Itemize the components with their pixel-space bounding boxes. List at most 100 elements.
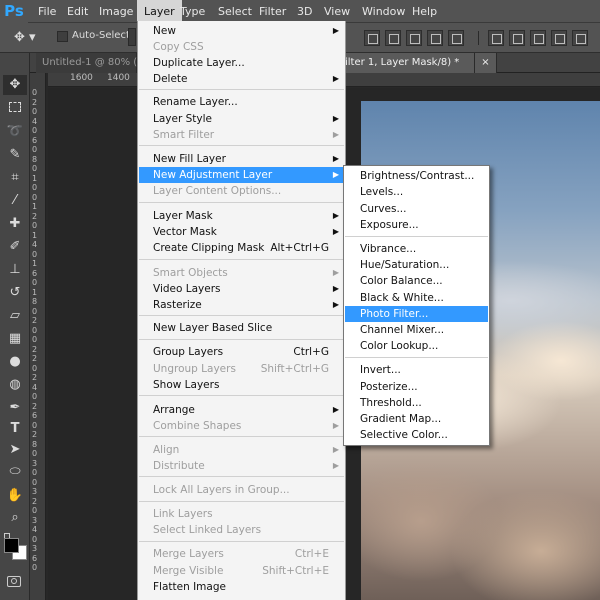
shape-icon[interactable]: ⬭ [3,462,27,482]
quick-mask-icon[interactable] [7,576,21,587]
menu-item-color-balance[interactable]: Color Balance... [345,273,488,289]
menu-item-group-layers[interactable]: Group Layers Ctrl+G [139,344,344,360]
move-tool-preset-icon[interactable]: ✥ ▾ [14,29,48,46]
menu-item-new[interactable]: New ▶ [139,23,344,39]
menu-item-posterize[interactable]: Posterize... [345,379,488,395]
type-icon[interactable]: T [3,419,27,439]
menu-item-exposure[interactable]: Exposure... [345,217,488,233]
marquee-icon[interactable] [3,99,27,119]
stamp-icon[interactable]: ⊥ [3,260,27,280]
menu-item-merge-layers[interactable]: Merge Layers Ctrl+E [139,546,344,562]
menu-item-combine-shapes[interactable]: Combine Shapes ▶ [139,418,344,434]
menu-item-vector-mask[interactable]: Vector Mask ▶ [139,224,344,240]
menu-item-channel-mixer[interactable]: Channel Mixer... [345,322,488,338]
menu-type[interactable]: Type [173,0,212,23]
menu-item-photo-filter[interactable]: Photo Filter... [345,306,488,322]
menu-file[interactable]: File [31,0,63,23]
menu-item-copy-css[interactable]: Copy CSS [139,39,344,55]
ruler-label: 0 [32,449,38,458]
menu-item-create-clipping-mask[interactable]: Create Clipping Mask Alt+Ctrl+G [139,240,344,256]
menu-item-new-fill-layer[interactable]: New Fill Layer ▶ [139,151,344,167]
menu-edit[interactable]: Edit [60,0,95,23]
menu-item-flatten-image[interactable]: Flatten Image [139,579,344,595]
pen-icon[interactable]: ✒ [3,398,27,418]
eraser-icon[interactable]: ▱ [3,306,27,326]
lasso-icon[interactable]: ➰ [3,122,27,142]
move-icon[interactable]: ✥ [3,75,27,95]
menu-item-new-layer-based-slice[interactable]: New Layer Based Slice [139,320,344,336]
distribute-left-icon[interactable] [551,30,567,46]
menu-image[interactable]: Image [92,0,140,23]
menu-item-selective-color[interactable]: Selective Color... [345,427,488,443]
align-bottom-icon[interactable] [406,30,422,46]
gradient-icon[interactable]: ▦ [3,329,27,349]
menu-item-curves[interactable]: Curves... [345,201,488,217]
menu-item-rasterize[interactable]: Rasterize ▶ [139,297,344,313]
quick-select-icon[interactable]: ✎ [3,145,27,165]
align-vcenter-icon[interactable] [385,30,401,46]
menu-item-smart-objects[interactable]: Smart Objects ▶ [139,265,344,281]
menu-item-invert[interactable]: Invert... [345,362,488,378]
foreground-color-swatch[interactable] [4,538,19,553]
ruler-label: 0 [32,107,38,116]
menu-item-distribute[interactable]: Distribute ▶ [139,458,344,474]
menu-separator [139,145,344,146]
menu-item-video-layers[interactable]: Video Layers ▶ [139,281,344,297]
menu-item-delete[interactable]: Delete ▶ [139,71,344,87]
menu-item-show-layers[interactable]: Show Layers [139,377,344,393]
crop-icon[interactable]: ⌗ [3,168,27,188]
menu-separator [139,202,344,203]
menu-item-ungroup-layers[interactable]: Ungroup Layers Shift+Ctrl+G [139,361,344,377]
menu-item-label: Layer Mask [153,210,213,222]
menu-item-vibrance[interactable]: Vibrance... [345,241,488,257]
path-select-icon[interactable]: ➤ [3,440,27,460]
menu-item-select-linked-layers[interactable]: Select Linked Layers [139,522,344,538]
distribute-top-icon[interactable] [488,30,504,46]
align-left-icon[interactable] [427,30,443,46]
menu-item-duplicate-layer[interactable]: Duplicate Layer... [139,55,344,71]
menu-item-smart-filter[interactable]: Smart Filter ▶ [139,127,344,143]
menu-item-brightness-contrast[interactable]: Brightness/Contrast... [345,168,488,184]
menu-item-gradient-map[interactable]: Gradient Map... [345,411,488,427]
menu-item-color-lookup[interactable]: Color Lookup... [345,338,488,354]
menu-3d[interactable]: 3D [290,0,319,23]
distribute-vcenter-icon[interactable] [509,30,525,46]
menu-item-merge-visible[interactable]: Merge Visible Shift+Ctrl+E [139,563,344,579]
menu-item-layer-mask[interactable]: Layer Mask ▶ [139,208,344,224]
dodge-icon[interactable]: ◍ [3,375,27,395]
menu-window[interactable]: Window [355,0,412,23]
auto-select-checkbox[interactable] [57,31,68,42]
align-top-icon[interactable] [364,30,380,46]
zoom-icon[interactable]: ⌕ [3,508,27,528]
menu-item-layer-content-options[interactable]: Layer Content Options... [139,183,344,199]
menu-item-link-layers[interactable]: Link Layers [139,506,344,522]
auto-select-dropdown[interactable] [128,28,136,46]
brush-icon[interactable]: ✐ [3,237,27,257]
tab-active-document[interactable]: ilter 1, Layer Mask/8) * [339,53,475,73]
options-divider [478,31,479,45]
menu-item-levels[interactable]: Levels... [345,184,488,200]
distribute-bottom-icon[interactable] [530,30,546,46]
menu-filter[interactable]: Filter [252,0,293,23]
menu-item-arrange[interactable]: Arrange ▶ [139,402,344,418]
menu-item-align[interactable]: Align ▶ [139,442,344,458]
align-hcenter-icon[interactable] [448,30,464,46]
hand-icon[interactable]: ✋ [3,486,27,506]
eyedropper-icon[interactable]: ⁄ [3,191,27,211]
menu-item-hue-saturation[interactable]: Hue/Saturation... [345,257,488,273]
shortcut-label: Ctrl+E [294,548,329,560]
menu-item-layer-style[interactable]: Layer Style ▶ [139,111,344,127]
tab-untitled-1[interactable]: Untitled-1 @ 80% (La [36,53,149,73]
menu-item-rename-layer[interactable]: Rename Layer... [139,94,344,110]
menu-view[interactable]: View [317,0,357,23]
tab-close-icon[interactable]: × [475,53,497,73]
history-brush-icon[interactable]: ↺ [3,283,27,303]
distribute-hcenter-icon[interactable] [572,30,588,46]
menu-item-lock-all-layers[interactable]: Lock All Layers in Group... [139,482,344,498]
menu-help[interactable]: Help [405,0,444,23]
menu-item-black-white[interactable]: Black & White... [345,290,488,306]
healing-icon[interactable]: ✚ [3,214,27,234]
menu-item-new-adjustment-layer[interactable]: New Adjustment Layer ▶ [139,167,344,183]
menu-item-threshold[interactable]: Threshold... [345,395,488,411]
blur-icon[interactable]: ● [3,352,27,372]
